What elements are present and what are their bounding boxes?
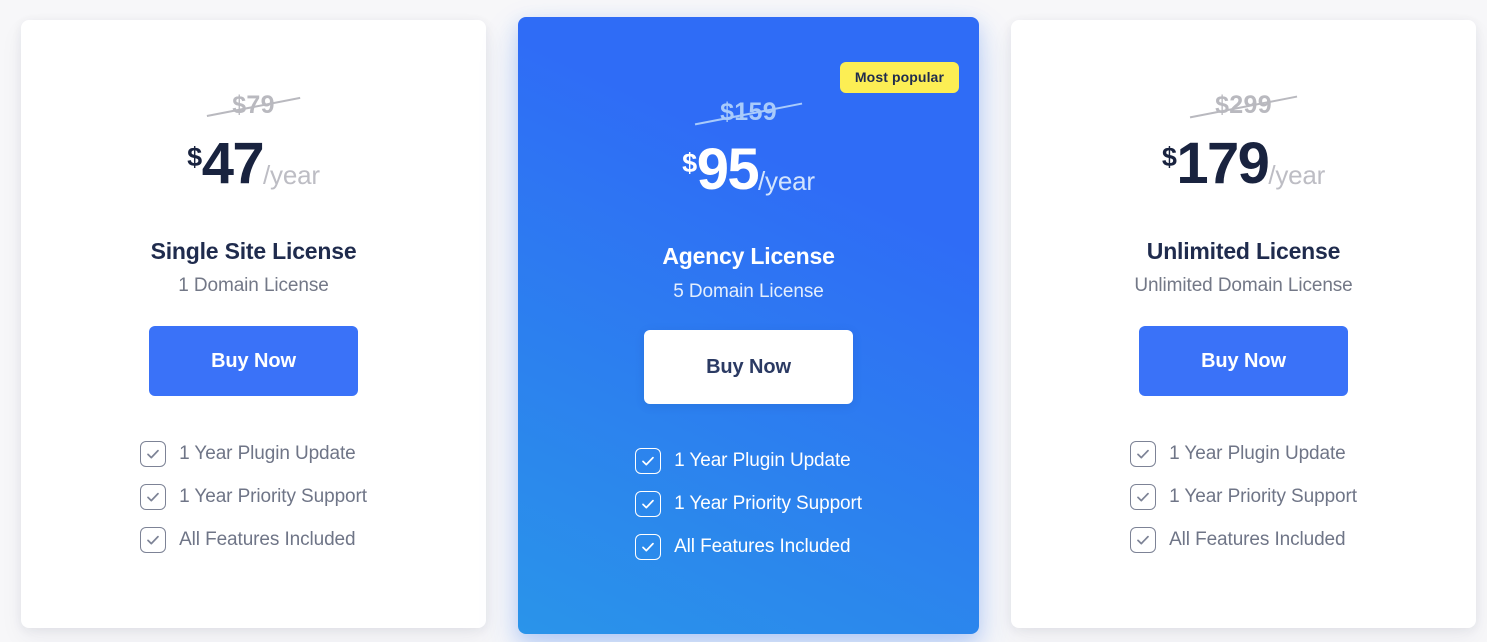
feature-label: 1 Year Plugin Update	[1169, 443, 1346, 464]
buy-now-button[interactable]: Buy Now	[149, 326, 358, 396]
old-price-wrap: $299	[1189, 93, 1298, 118]
feature-label: 1 Year Priority Support	[674, 493, 862, 514]
old-price-wrap: $79	[206, 93, 301, 118]
feature-list: 1 Year Plugin Update 1 Year Priority Sup…	[140, 441, 367, 553]
feature-label: 1 Year Plugin Update	[674, 450, 851, 471]
price-amount: 47	[201, 131, 265, 196]
checkbox-checked-icon[interactable]	[140, 484, 167, 510]
price-row: $ 95 /year	[682, 141, 815, 199]
price-amount: 179	[1176, 131, 1270, 196]
feature-label: All Features Included	[674, 536, 851, 557]
checkbox-checked-icon[interactable]	[635, 448, 662, 474]
old-price: $299	[1189, 93, 1298, 118]
checkbox-checked-icon[interactable]	[635, 491, 662, 517]
plan-title: Single Site License	[150, 238, 357, 264]
badge-wrap: Most popular	[839, 62, 959, 93]
buy-button-wrap: Buy Now	[1139, 326, 1348, 396]
billing-period: /year	[758, 166, 815, 196]
plan-title: Agency License	[662, 243, 835, 269]
price-row: $ 179 /year	[1161, 131, 1326, 196]
feature-item: 1 Year Plugin Update	[140, 441, 356, 467]
buy-now-button[interactable]: Buy Now	[1139, 326, 1348, 396]
plan-subtitle: 5 Domain License	[673, 281, 824, 302]
plan-subtitle: Unlimited Domain License	[1134, 275, 1353, 296]
pricing-card-single-site[interactable]: $79 $ 47 /year Single Site License 1 Dom…	[21, 20, 486, 628]
checkbox-checked-icon[interactable]	[140, 441, 167, 467]
buy-button-wrap: Buy Now	[644, 330, 853, 404]
feature-label: 1 Year Priority Support	[1169, 486, 1357, 507]
pricing-table: $79 $ 47 /year Single Site License 1 Dom…	[0, 0, 1487, 642]
old-price-wrap: $159	[694, 100, 803, 125]
feature-item: 1 Year Priority Support	[140, 484, 367, 510]
most-popular-badge: Most popular	[839, 62, 959, 93]
feature-label: All Features Included	[1169, 529, 1346, 550]
currency-symbol: $	[682, 148, 697, 178]
currency-symbol: $	[187, 142, 202, 172]
billing-period: /year	[1268, 160, 1326, 190]
feature-item: 1 Year Plugin Update	[1130, 441, 1346, 467]
feature-label: All Features Included	[179, 529, 356, 550]
feature-item: 1 Year Priority Support	[1130, 484, 1357, 510]
feature-list: 1 Year Plugin Update 1 Year Priority Sup…	[635, 448, 862, 560]
pricing-card-unlimited[interactable]: $299 $ 179 /year Unlimited License Unlim…	[1011, 20, 1476, 628]
billing-period: /year	[263, 160, 320, 190]
plan-subtitle: 1 Domain License	[178, 275, 329, 296]
feature-item: 1 Year Priority Support	[635, 491, 862, 517]
feature-item: All Features Included	[635, 534, 851, 560]
feature-item: 1 Year Plugin Update	[635, 448, 851, 474]
price-amount: 95	[696, 137, 760, 202]
checkbox-checked-icon[interactable]	[140, 527, 167, 553]
checkbox-checked-icon[interactable]	[1130, 441, 1157, 467]
feature-label: 1 Year Plugin Update	[179, 443, 356, 464]
price-row: $ 47 /year	[187, 135, 320, 193]
buy-now-button[interactable]: Buy Now	[644, 330, 853, 404]
old-price: $79	[206, 93, 301, 118]
feature-label: 1 Year Priority Support	[179, 486, 367, 507]
pricing-card-agency[interactable]: Most popular $159 $ 95 /year Agency Lice…	[518, 17, 979, 634]
checkbox-checked-icon[interactable]	[1130, 484, 1157, 510]
buy-button-wrap: Buy Now	[149, 326, 358, 396]
old-price: $159	[694, 100, 803, 125]
feature-item: All Features Included	[1130, 527, 1346, 553]
feature-list: 1 Year Plugin Update 1 Year Priority Sup…	[1130, 441, 1357, 553]
plan-title: Unlimited License	[1146, 238, 1341, 264]
currency-symbol: $	[1161, 142, 1177, 172]
checkbox-checked-icon[interactable]	[1130, 527, 1157, 553]
feature-item: All Features Included	[140, 527, 356, 553]
checkbox-checked-icon[interactable]	[635, 534, 662, 560]
